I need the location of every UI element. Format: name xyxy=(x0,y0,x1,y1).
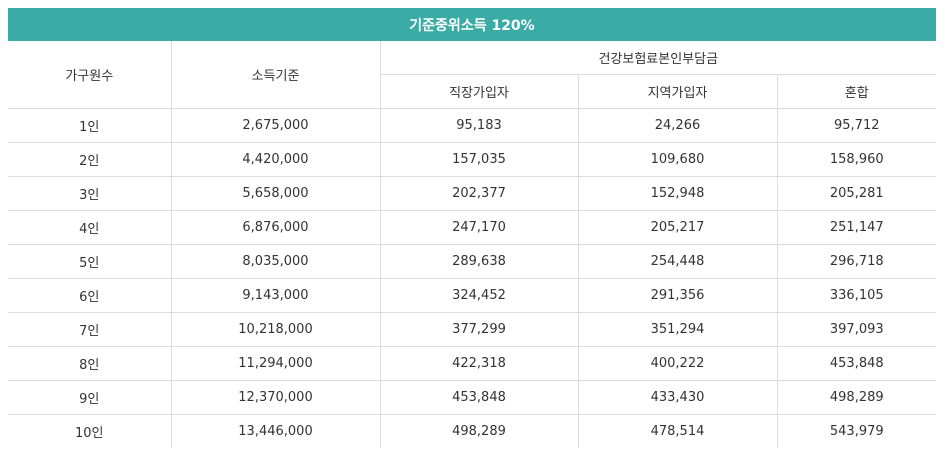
cell-mixed: 158,960 xyxy=(777,142,937,177)
cell-income: 9,143,000 xyxy=(171,278,381,313)
cell-regional: 351,294 xyxy=(578,312,778,347)
cell-income: 13,446,000 xyxy=(171,414,381,448)
cell-household: 4인 xyxy=(8,210,172,245)
cell-mixed: 336,105 xyxy=(777,278,937,313)
cell-workplace: 377,299 xyxy=(380,312,579,347)
cell-workplace: 202,377 xyxy=(380,176,579,211)
cell-household: 10인 xyxy=(8,414,172,448)
cell-regional: 291,356 xyxy=(578,278,778,313)
cell-mixed: 251,147 xyxy=(777,210,937,245)
header-income: 소득기준 xyxy=(171,41,381,109)
table-row: 8인 11,294,000 422,318 400,222 453,848 xyxy=(8,346,937,381)
cell-income: 4,420,000 xyxy=(171,142,381,177)
cell-household: 5인 xyxy=(8,244,172,279)
income-premium-table: 기준중위소득 120% 가구원수 소득기준 건강보험료본인부담금 직장가입자 지… xyxy=(8,8,937,448)
cell-regional: 152,948 xyxy=(578,176,778,211)
cell-regional: 109,680 xyxy=(578,142,778,177)
cell-regional: 478,514 xyxy=(578,414,778,448)
cell-household: 1인 xyxy=(8,108,172,143)
cell-household: 8인 xyxy=(8,346,172,381)
table-row: 7인 10,218,000 377,299 351,294 397,093 xyxy=(8,312,937,347)
header-row-1: 가구원수 소득기준 건강보험료본인부담금 xyxy=(8,41,937,109)
table-row: 9인 12,370,000 453,848 433,430 498,289 xyxy=(8,380,937,415)
cell-household: 9인 xyxy=(8,380,172,415)
cell-income: 6,876,000 xyxy=(171,210,381,245)
cell-workplace: 95,183 xyxy=(380,108,579,143)
header-premium-group: 건강보험료본인부담금 xyxy=(380,41,937,75)
cell-workplace: 498,289 xyxy=(380,414,579,448)
table-row: 4인 6,876,000 247,170 205,217 251,147 xyxy=(8,210,937,245)
cell-regional: 254,448 xyxy=(578,244,778,279)
table-row: 2인 4,420,000 157,035 109,680 158,960 xyxy=(8,142,937,177)
table-row: 5인 8,035,000 289,638 254,448 296,718 xyxy=(8,244,937,279)
cell-mixed: 296,718 xyxy=(777,244,937,279)
cell-mixed: 498,289 xyxy=(777,380,937,415)
cell-household: 3인 xyxy=(8,176,172,211)
table-title-row: 기준중위소득 120% xyxy=(8,8,937,41)
header-regional: 지역가입자 xyxy=(578,74,778,109)
cell-income: 12,370,000 xyxy=(171,380,381,415)
cell-workplace: 453,848 xyxy=(380,380,579,415)
income-table-container: 기준중위소득 120% 가구원수 소득기준 건강보험료본인부담금 직장가입자 지… xyxy=(8,8,937,448)
table-row: 10인 13,446,000 498,289 478,514 543,979 xyxy=(8,414,936,448)
cell-mixed: 397,093 xyxy=(777,312,937,347)
cell-workplace: 324,452 xyxy=(380,278,579,313)
cell-workplace: 422,318 xyxy=(380,346,579,381)
cell-workplace: 247,170 xyxy=(380,210,579,245)
cell-household: 6인 xyxy=(8,278,172,313)
table-row: 1인 2,675,000 95,183 24,266 95,712 xyxy=(8,108,937,143)
table-row: 3인 5,658,000 202,377 152,948 205,281 xyxy=(8,176,937,211)
cell-regional: 205,217 xyxy=(578,210,778,245)
table-title: 기준중위소득 120% xyxy=(8,8,937,41)
cell-income: 5,658,000 xyxy=(171,176,381,211)
header-mixed: 혼합 xyxy=(777,74,937,109)
cell-income: 11,294,000 xyxy=(171,346,381,381)
header-workplace: 직장가입자 xyxy=(380,74,579,109)
cell-mixed: 205,281 xyxy=(777,176,937,211)
cell-workplace: 157,035 xyxy=(380,142,579,177)
header-household: 가구원수 xyxy=(8,41,172,109)
cell-workplace: 289,638 xyxy=(380,244,579,279)
cell-income: 2,675,000 xyxy=(171,108,381,143)
cell-household: 7인 xyxy=(8,312,172,347)
cell-regional: 433,430 xyxy=(578,380,778,415)
cell-mixed: 453,848 xyxy=(777,346,937,381)
table-row: 6인 9,143,000 324,452 291,356 336,105 xyxy=(8,278,937,313)
cell-mixed: 95,712 xyxy=(777,108,937,143)
cell-mixed: 543,979 xyxy=(829,424,884,439)
cell-household: 2인 xyxy=(8,142,172,177)
cell-regional: 400,222 xyxy=(578,346,778,381)
cell-regional: 24,266 xyxy=(578,108,778,143)
table-body: 1인 2,675,000 95,183 24,266 95,712 2인 4,4… xyxy=(8,108,937,448)
cell-income: 10,218,000 xyxy=(171,312,381,347)
cell-income: 8,035,000 xyxy=(171,244,381,279)
